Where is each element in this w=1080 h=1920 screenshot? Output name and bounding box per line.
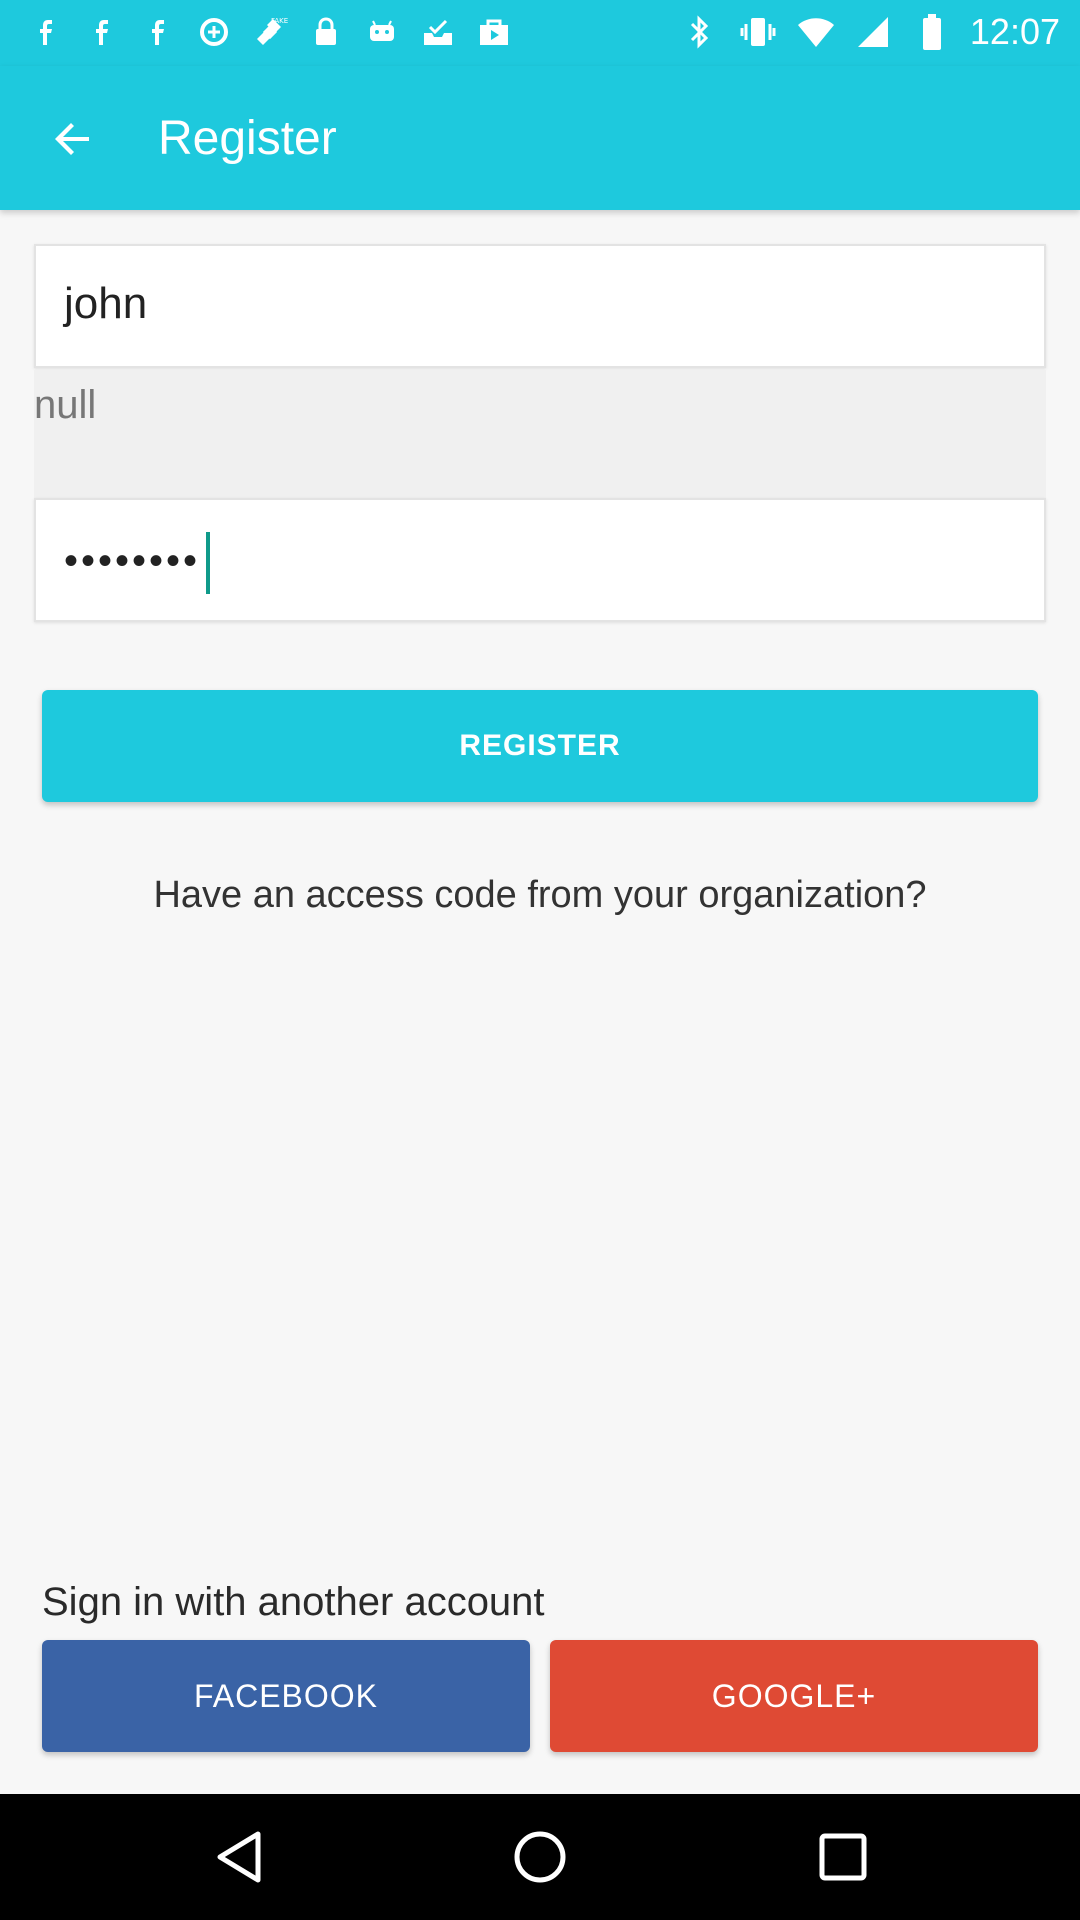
inbox-check-icon [418, 12, 458, 52]
signin-label: Sign in with another account [42, 1580, 545, 1624]
page-title: Register [158, 112, 337, 165]
name-field-value: john [64, 279, 148, 328]
facebook-icon [82, 12, 122, 52]
notification-icons: FAKE [26, 12, 514, 52]
lock-icon [306, 12, 346, 52]
google-plus-button[interactable]: GOOGLE+ [550, 1640, 1038, 1752]
home-circle-icon[interactable] [505, 1822, 575, 1892]
fake-gps-icon: FAKE [250, 12, 290, 52]
facebook-icon [138, 12, 178, 52]
recents-square-icon[interactable] [808, 1822, 878, 1892]
password-field[interactable]: •••••••• [34, 498, 1046, 622]
android-icon [362, 12, 402, 52]
navigation-bar [0, 1794, 1080, 1920]
status-time: 12:07 [969, 11, 1060, 52]
back-triangle-icon[interactable] [204, 1822, 274, 1892]
system-status: 12:07 [680, 10, 1060, 54]
svg-text:FAKE: FAKE [271, 17, 288, 25]
name-field[interactable]: john [34, 244, 1046, 368]
bluetooth-icon [680, 12, 720, 52]
app-bar: Register [0, 66, 1080, 210]
play-store-icon [474, 12, 514, 52]
data-saver-icon [194, 12, 234, 52]
wifi-icon [796, 12, 836, 52]
register-button[interactable]: REGISTER [42, 690, 1038, 802]
vibrate-icon [738, 12, 778, 52]
password-value: •••••••• [64, 539, 201, 583]
facebook-icon [26, 12, 66, 52]
status-bar: FAKE 12:07 [0, 0, 1080, 66]
battery-icon [912, 12, 952, 52]
null-text: null [34, 383, 97, 427]
facebook-button[interactable]: FACEBOOK [42, 1640, 530, 1752]
signal-icon [854, 12, 894, 52]
null-field-area[interactable]: null [34, 370, 1046, 498]
access-code-link[interactable]: Have an access code from your organizati… [0, 870, 1080, 920]
text-cursor [206, 532, 210, 594]
arrow-back-icon[interactable] [40, 106, 106, 172]
